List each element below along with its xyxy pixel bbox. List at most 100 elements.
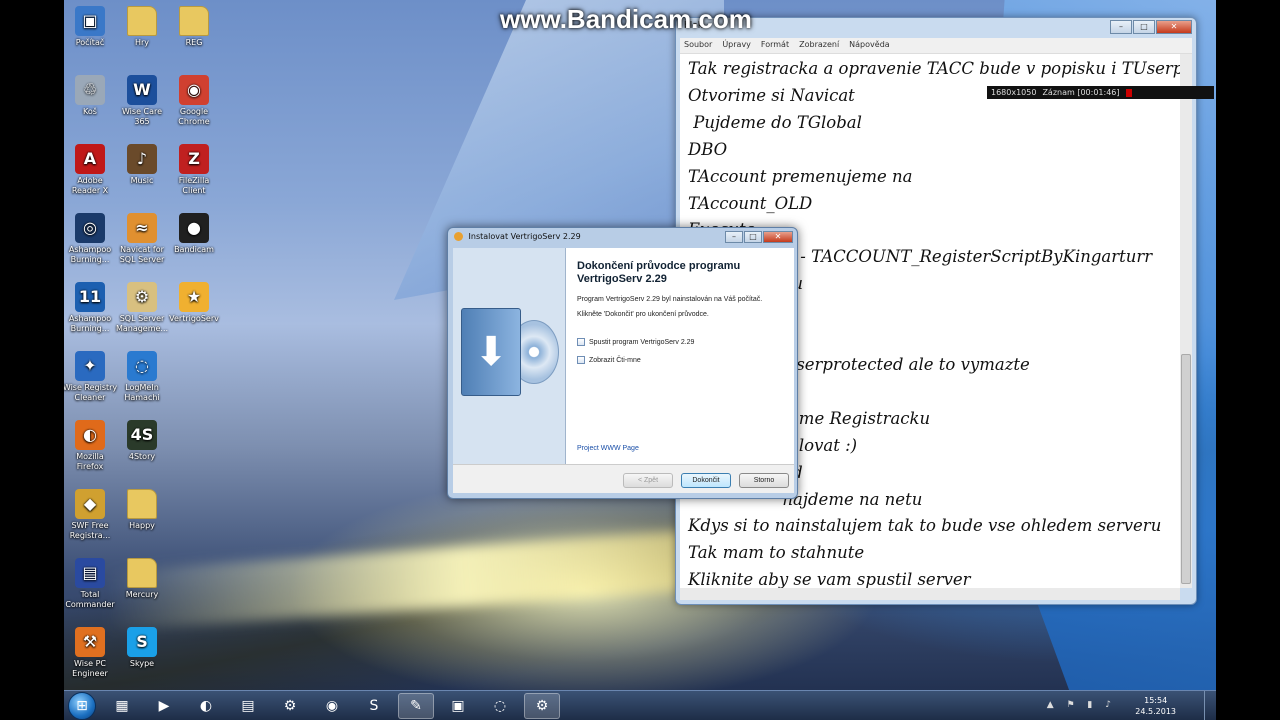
installer-body: ⬇ Dokončení průvodce programu VertrigoSe… — [453, 248, 794, 493]
show-desktop-button[interactable] — [1204, 691, 1216, 720]
minimize-button[interactable]: – — [1110, 20, 1132, 34]
notepad-icon: ✎ — [410, 698, 422, 714]
desktop-icon[interactable]: Mercury — [114, 558, 170, 600]
desktop-icon[interactable]: Z FileZilla Client — [166, 144, 222, 196]
wise-care-icon: W — [127, 75, 157, 105]
desktop-icon[interactable]: ★ VertrigoServ — [166, 282, 222, 324]
maximize-button[interactable]: □ — [1133, 20, 1155, 34]
text-line: Pujdeme do TGlobal — [688, 112, 862, 132]
menu-item[interactable]: Nápověda — [849, 40, 890, 51]
checkbox-box[interactable] — [577, 356, 585, 364]
recording-status: Záznam [00:01:46] — [1042, 88, 1120, 97]
installer-dialog[interactable]: Instalovat VertrigoServ 2.29 – □ ✕ ⬇ Dok… — [447, 227, 798, 499]
taskbar-chrome-button[interactable]: ◉ — [314, 693, 350, 719]
desktop-icon[interactable]: ⚒ Wise PC Engineer — [64, 627, 118, 679]
desktop-icon[interactable]: Happy — [114, 489, 170, 531]
desktop-icon-label: LogMeIn Hamachi — [124, 383, 160, 402]
notepad-titlebar[interactable]: blok – □ ✕ — [676, 18, 1196, 38]
clock-date: 24.5.2013 — [1135, 707, 1176, 716]
desktop-icon[interactable]: ◎ Ashampoo Burning... — [64, 213, 118, 265]
desktop-icon-label: Koš — [83, 107, 97, 116]
desktop-icon-label: Happy — [129, 521, 155, 530]
desktop-icon[interactable]: ◐ Mozilla Firefox — [64, 420, 118, 472]
desktop-icon-label: Bandicam — [174, 245, 214, 254]
taskbar-hamachi-button[interactable]: ◌ — [482, 693, 518, 719]
finish-button[interactable]: Dokončit — [681, 473, 731, 488]
desktop-icon[interactable]: 11 Ashampoo Burning... — [64, 282, 118, 334]
taskbar-skype-button[interactable]: S — [356, 693, 392, 719]
checkbox-label: Spustit program VertrigoServ 2.29 — [589, 338, 695, 346]
menu-item[interactable]: Úpravy — [722, 40, 751, 51]
desktop-icon[interactable]: ▤ Total Commander — [64, 558, 118, 610]
adobe-reader-icon: A — [75, 144, 105, 174]
back-button[interactable]: < Zpět — [623, 473, 673, 488]
record-stop-icon[interactable] — [1125, 88, 1132, 97]
desktop-icon-label: Hry — [134, 38, 150, 47]
desktop-icon[interactable]: ◌ LogMeIn Hamachi — [114, 351, 170, 403]
installer-titlebar[interactable]: Instalovat VertrigoServ 2.29 – □ ✕ — [448, 228, 797, 248]
desktop-icon[interactable]: ♲ Koš — [64, 75, 118, 117]
desktop-icon-label: SWF Free Registra... — [69, 521, 111, 540]
desktop-icon[interactable]: ◉ Google Chrome — [166, 75, 222, 127]
close-button[interactable]: ✕ — [1156, 20, 1192, 34]
system-tray-icons[interactable]: ▲ ⚑ ▮ ♪ — [1047, 700, 1116, 710]
desktop-icon[interactable]: ≈ Navicat for SQL Server — [114, 213, 170, 265]
desktop-icon[interactable]: ♪ Music — [114, 144, 170, 186]
desktop-icon-label: Skype — [129, 659, 155, 668]
desktop-icon[interactable]: ⚙ SQL Server Manageme... — [114, 282, 170, 334]
desktop-icon[interactable]: 4S 4Story — [114, 420, 170, 462]
recycle-bin-icon: ♲ — [75, 75, 105, 105]
project-page-link[interactable]: Project WWW Page — [577, 445, 639, 452]
scrollbar-thumb[interactable] — [1181, 354, 1191, 584]
readme-checkbox[interactable]: Zobrazit Čti-mne — [577, 356, 787, 364]
taskbar-explorer-button[interactable]: ▦ — [104, 693, 140, 719]
desktop-icon[interactable]: ✦ Wise Registry Cleaner — [64, 351, 118, 403]
desktop-icon[interactable]: ▣ Počítač — [64, 6, 118, 48]
maximize-button[interactable]: □ — [744, 231, 762, 243]
menu-item[interactable]: Formát — [761, 40, 789, 51]
desktop-icon-label: Ashampoo Burning... — [68, 314, 112, 333]
taskbar-media-player-button[interactable]: ▶ — [146, 693, 182, 719]
desktop-icon[interactable]: ● Bandicam — [166, 213, 222, 255]
desktop-icon[interactable]: S Skype — [114, 627, 170, 669]
launch-checkbox[interactable]: Spustit program VertrigoServ 2.29 — [577, 338, 787, 346]
letterbox-right — [1216, 0, 1280, 720]
minimize-button[interactable]: – — [725, 231, 743, 243]
text-line: TAccount premenujeme na — [688, 166, 913, 186]
hamachi-icon: ◌ — [493, 698, 507, 714]
close-button[interactable]: ✕ — [763, 231, 793, 243]
notepad-menubar: Soubor Úpravy Formát Zobrazení Nápověda — [680, 38, 1192, 54]
bandicam-watermark: www.Bandicam.com — [500, 4, 752, 34]
taskbar-firefox-button[interactable]: ◐ — [188, 693, 224, 719]
recording-toolbar[interactable]: 1680x1050 Záznam [00:01:46] — [987, 86, 1214, 99]
taskbar-total-commander-button[interactable]: ▤ — [230, 693, 266, 719]
wise-registry-icon: ✦ — [75, 351, 105, 381]
total-commander-icon: ▤ — [75, 558, 105, 588]
download-box-icon: ⬇ — [461, 308, 521, 396]
settings-icon: ⚙ — [283, 698, 297, 714]
start-button[interactable]: ⊞ — [68, 692, 96, 720]
desktop-icon[interactable]: ◆ SWF Free Registra... — [64, 489, 118, 541]
taskbar-notepad-button[interactable]: ✎ — [398, 693, 434, 719]
text-line: Kliknite aby se vam spustil server — [688, 570, 971, 588]
taskbar-network-button[interactable]: ▣ — [440, 693, 476, 719]
horizontal-scrollbar[interactable] — [680, 588, 1180, 600]
desktop-icon[interactable]: Hry — [114, 6, 170, 48]
vertical-scrollbar[interactable] — [1180, 54, 1192, 588]
taskbar-settings-button[interactable]: ⚙ — [272, 693, 308, 719]
taskbar-installer-button[interactable]: ⚙ — [524, 693, 560, 719]
installer-message: Program VertrigoServ 2.29 byl nainstalov… — [577, 296, 763, 303]
menu-item[interactable]: Zobrazení — [799, 40, 839, 51]
total-commander-icon: ▤ — [241, 698, 255, 714]
desktop-icon[interactable]: REG — [166, 6, 222, 48]
taskbar: ⊞ ▦ ▶ ◐ ▤ ⚙ ◉ S ✎ ▣ ◌ ⚙ ▲ ⚑ ▮ ♪ 15:54 24.5.2013 — [64, 690, 1216, 720]
desktop-icon-label: FileZilla Client — [178, 176, 210, 195]
bandicam-icon: ● — [179, 213, 209, 243]
skype-icon: S — [127, 627, 157, 657]
cancel-button[interactable]: Storno — [739, 473, 789, 488]
menu-item[interactable]: Soubor — [684, 40, 712, 51]
desktop-icon[interactable]: W Wise Care 365 — [114, 75, 170, 127]
checkbox-box[interactable] — [577, 338, 585, 346]
desktop-icon[interactable]: A Adobe Reader X — [64, 144, 118, 196]
clock[interactable]: 15:54 24.5.2013 — [1135, 695, 1176, 717]
